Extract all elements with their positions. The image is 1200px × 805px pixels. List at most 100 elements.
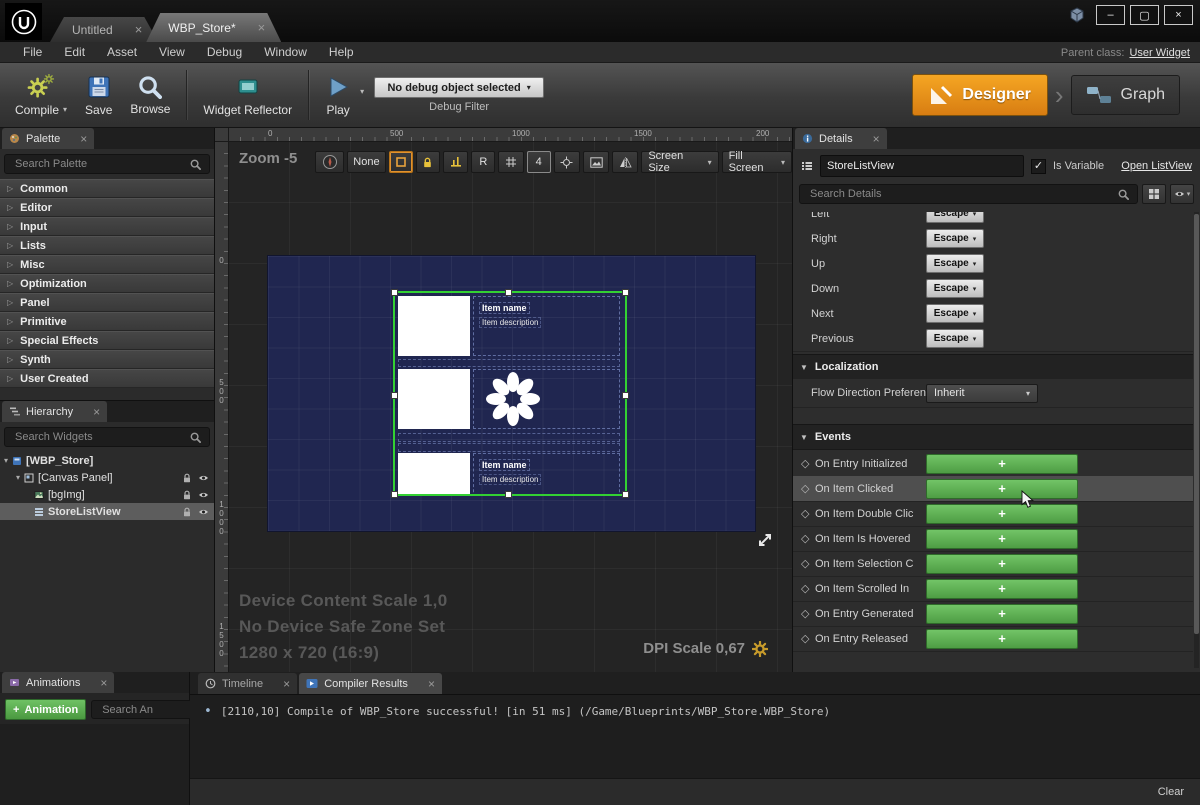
menu-view[interactable]: View [148, 42, 196, 62]
add-event-button[interactable]: + [926, 529, 1078, 549]
lock-icon[interactable] [182, 473, 192, 483]
screen-size-dropdown[interactable]: Screen Size▾ [641, 151, 718, 173]
close-icon[interactable]: × [428, 678, 435, 690]
localization-section-header[interactable]: ▼ Localization [793, 354, 1193, 380]
lock-icon[interactable] [182, 490, 192, 500]
resize-handle[interactable] [391, 289, 398, 296]
expander-icon[interactable]: ▷ [7, 298, 13, 307]
tab-animations[interactable]: Animations × [2, 672, 114, 693]
add-event-button[interactable]: + [926, 579, 1078, 599]
lock-icon[interactable] [182, 507, 192, 517]
resize-handle[interactable] [391, 392, 398, 399]
add-event-button[interactable]: + [926, 554, 1078, 574]
flow-direction-dropdown[interactable]: Inherit ▾ [926, 384, 1038, 403]
grid-snap-button[interactable] [498, 151, 523, 173]
view-options-button[interactable]: ▾ [1170, 184, 1194, 204]
palette-category[interactable]: ▷Synth [0, 350, 214, 369]
tab-compiler-results[interactable]: Compiler Results × [299, 673, 442, 694]
designer-mode-button[interactable]: Designer [912, 74, 1047, 116]
open-listview-link[interactable]: Open ListView [1121, 160, 1192, 172]
add-animation-button[interactable]: + Animation [5, 699, 86, 720]
expander-icon[interactable]: ▼ [800, 363, 808, 372]
design-canvas[interactable]: Item name Item description Ite [268, 256, 755, 531]
snap-toggle-button[interactable] [443, 151, 468, 173]
fill-screen-dropdown[interactable]: Fill Screen▾ [722, 151, 792, 173]
save-button[interactable]: Save [76, 71, 121, 120]
close-button[interactable]: × [1164, 5, 1193, 25]
expander-icon[interactable]: ▷ [7, 317, 13, 326]
palette-category[interactable]: ▷Primitive [0, 312, 214, 331]
minimize-button[interactable]: – [1096, 5, 1125, 25]
tab-untitled[interactable]: Untitled × [50, 17, 158, 42]
expander-icon[interactable]: ▷ [7, 260, 13, 269]
expander-icon[interactable]: ▷ [7, 374, 13, 383]
tab-hierarchy[interactable]: Hierarchy × [2, 401, 107, 422]
menu-edit[interactable]: Edit [53, 42, 96, 62]
expander-icon[interactable]: ▷ [7, 222, 13, 231]
events-section-header[interactable]: ▼ Events [793, 424, 1193, 450]
add-event-button[interactable]: + [926, 454, 1078, 474]
menu-asset[interactable]: Asset [96, 42, 148, 62]
view-mode-button[interactable] [315, 151, 344, 173]
none-dropdown-button[interactable]: None [347, 151, 386, 173]
tab-wbp-store[interactable]: WBP_Store* × [146, 13, 281, 42]
close-icon[interactable]: × [100, 677, 107, 689]
resize-handle[interactable] [505, 491, 512, 498]
add-event-button[interactable]: + [926, 504, 1078, 524]
outline-toggle-button[interactable] [389, 151, 413, 173]
close-icon[interactable]: × [93, 406, 100, 418]
close-icon[interactable]: × [135, 23, 143, 36]
parent-class-value[interactable]: User Widget [1129, 47, 1190, 59]
expander-icon[interactable]: ▷ [7, 203, 13, 212]
listview-selection[interactable]: Item name Item description Ite [393, 291, 627, 496]
expander-icon[interactable]: ▷ [7, 241, 13, 250]
object-name-input[interactable] [820, 155, 1024, 177]
chevron-down-icon[interactable]: ▾ [63, 105, 67, 114]
list-entry[interactable]: Item name Item description [398, 296, 620, 356]
palette-category[interactable]: ▷Common [0, 179, 214, 198]
scrollbar-thumb[interactable] [1194, 214, 1199, 634]
add-event-button[interactable]: + [926, 479, 1078, 499]
menu-file[interactable]: File [12, 42, 53, 62]
animations-list-area[interactable] [0, 724, 189, 805]
palette-category[interactable]: ▷Panel [0, 293, 214, 312]
expander-icon[interactable]: ▷ [7, 355, 13, 364]
menu-window[interactable]: Window [253, 42, 318, 62]
preview-background-button[interactable] [583, 151, 609, 173]
resize-handle[interactable] [622, 491, 629, 498]
play-options-chevron-icon[interactable]: ▾ [360, 87, 364, 96]
resize-handle[interactable] [622, 392, 629, 399]
eye-icon[interactable] [198, 473, 209, 483]
resize-handle[interactable] [505, 289, 512, 296]
compiler-results-body[interactable]: • [2110,10] Compile of WBP_Store success… [190, 694, 1200, 805]
lock-toggle-button[interactable] [416, 151, 440, 173]
close-icon[interactable]: × [258, 21, 266, 34]
close-icon[interactable]: × [283, 678, 290, 690]
eye-icon[interactable] [198, 507, 209, 517]
close-icon[interactable]: × [80, 133, 87, 145]
hierarchy-item-wbp-store[interactable]: ▾ [WBP_Store] [0, 452, 214, 469]
palette-category[interactable]: ▷Editor [0, 198, 214, 217]
add-event-button[interactable]: + [926, 629, 1078, 649]
browse-button[interactable]: Browse [121, 72, 179, 119]
menu-debug[interactable]: Debug [196, 42, 253, 62]
eye-icon[interactable] [198, 490, 209, 500]
palette-category[interactable]: ▷Input [0, 217, 214, 236]
maximize-button[interactable]: ▢ [1130, 5, 1159, 25]
expander-icon[interactable]: ▾ [16, 473, 20, 482]
grid-size-button[interactable]: 4 [527, 151, 551, 173]
list-entry[interactable]: Item name Item description [398, 453, 620, 494]
tab-palette[interactable]: Palette × [2, 128, 94, 149]
designer-viewport[interactable]: 0 500 1000 1500 200 0 500 1000 1500 Zoom… [215, 128, 792, 672]
details-property-list[interactable]: Left Escape▾ Right Escape▾ Up Escape▾ Do… [793, 212, 1200, 672]
hierarchy-item-canvas-panel[interactable]: ▾ [Canvas Panel] [0, 469, 214, 486]
clear-button[interactable]: Clear [1158, 786, 1184, 798]
graph-mode-button[interactable]: Graph [1071, 75, 1180, 115]
palette-category[interactable]: ▷Special Effects [0, 331, 214, 350]
tab-timeline[interactable]: Timeline × [198, 673, 297, 694]
widget-reflector-button[interactable]: Widget Reflector [194, 71, 301, 120]
is-variable-checkbox[interactable] [1031, 159, 1046, 174]
escape-dropdown[interactable]: Escape▾ [926, 304, 984, 323]
details-scrollbar[interactable] [1194, 212, 1199, 668]
close-icon[interactable]: × [873, 133, 880, 145]
